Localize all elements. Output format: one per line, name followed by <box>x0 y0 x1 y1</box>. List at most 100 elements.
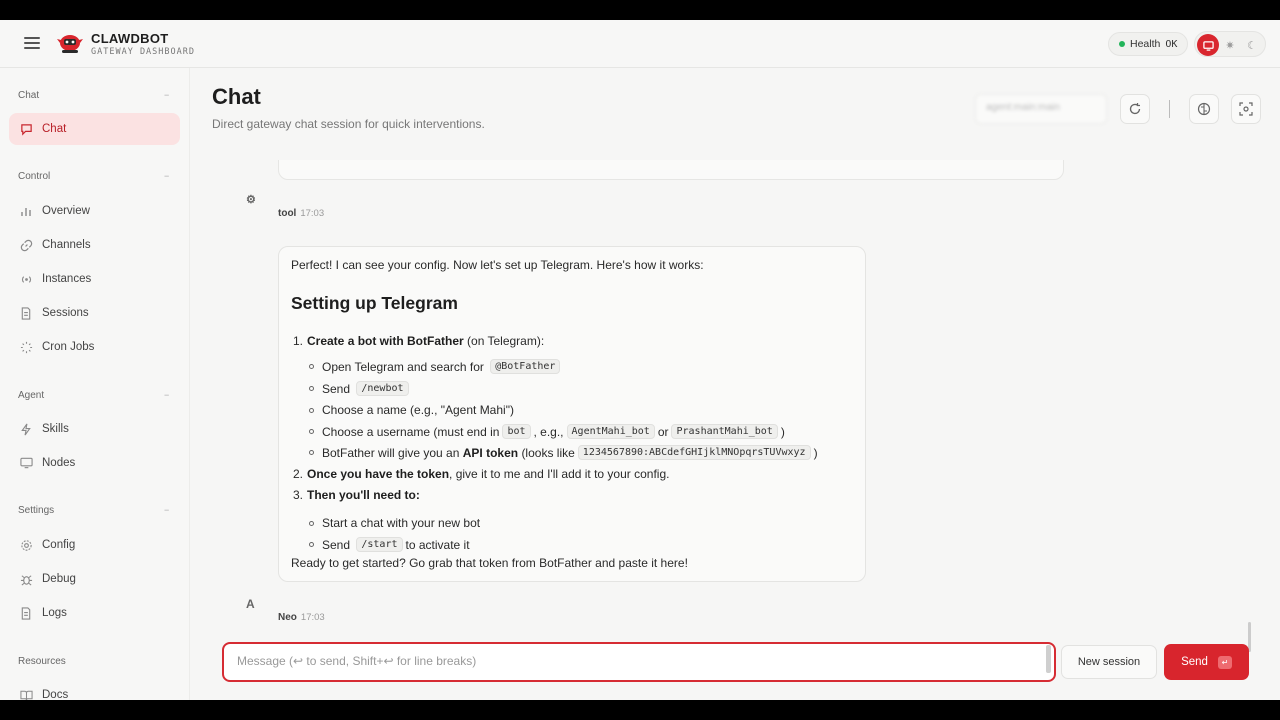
moon-icon[interactable]: ☾ <box>1241 34 1263 56</box>
theme-switcher: ✷ ☾ <box>1194 31 1266 57</box>
sidebar-group-chat[interactable]: Chat <box>18 90 39 101</box>
brand-subtitle: GATEWAY DASHBOARD <box>91 47 195 57</box>
sidebar-item-label: Nodes <box>42 457 76 469</box>
bullet-icon <box>309 364 314 369</box>
sidebar-item-label: Instances <box>42 273 92 285</box>
list-item: Send /newbot <box>309 381 412 396</box>
sidebar-item-nodes[interactable]: Nodes <box>9 447 180 479</box>
sidebar-group-settings[interactable]: Settings <box>18 505 54 516</box>
sidebar-item-label: Overview <box>42 205 90 217</box>
sidebar-item-label: Cron Jobs <box>42 341 95 353</box>
health-label: Health <box>1130 38 1161 50</box>
loader-icon <box>19 340 33 354</box>
bullet-icon <box>309 386 314 391</box>
sidebar-item-config[interactable]: Config <box>9 529 180 561</box>
focus-mode-button[interactable] <box>1231 94 1261 124</box>
tool-avatar-icon: ⚙ <box>246 194 256 206</box>
health-status: OK <box>1165 38 1178 50</box>
message-outro: Ready to get started? Go grab that token… <box>291 556 688 570</box>
enter-key-icon: ↵ <box>1217 655 1232 669</box>
send-button[interactable]: Send ↵ <box>1164 644 1249 680</box>
bullet-icon <box>309 450 314 455</box>
thinking-toggle-button[interactable] <box>1189 94 1219 124</box>
message-input[interactable]: Message (↩ to send, Shift+↩ for line bre… <box>222 642 1056 682</box>
document-icon <box>19 306 33 320</box>
list-item: Start a chat with your new bot <box>309 516 480 530</box>
sidebar-group-resources[interactable]: Resources <box>18 656 66 667</box>
collapse-icon[interactable]: − <box>164 505 169 515</box>
sidebar-item-label: Docs <box>42 689 69 700</box>
sidebar-item-sessions[interactable]: Sessions <box>9 297 180 329</box>
brand-title: CLAWDBOT <box>91 31 169 46</box>
monitor-icon <box>19 456 33 470</box>
message-time: 17:03 <box>300 208 325 219</box>
send-label: Send <box>1181 656 1208 668</box>
bug-icon <box>19 572 33 586</box>
monitor-theme-icon[interactable] <box>1197 34 1219 56</box>
page-title: Chat <box>212 84 261 109</box>
sidebar-item-logs[interactable]: Logs <box>9 597 180 629</box>
bullet-icon <box>309 407 314 413</box>
bolt-icon <box>19 422 33 436</box>
sidebar-item-debug[interactable]: Debug <box>9 563 180 595</box>
link-icon <box>19 238 33 252</box>
health-badge: Health OK <box>1108 32 1189 56</box>
sidebar-item-label: Debug <box>42 573 76 585</box>
page-subtitle: Direct gateway chat session for quick in… <box>212 117 485 131</box>
message-intro: Perfect! I can see your config. Now let'… <box>291 258 704 272</box>
refresh-button[interactable] <box>1120 94 1150 124</box>
list-item: Choose a name (e.g., "Agent Mahi") <box>309 403 514 417</box>
assistant-message-meta: Neo 17:03 <box>278 612 325 623</box>
previous-message-bubble <box>278 160 1064 180</box>
session-select[interactable]: agent:main:main <box>975 94 1107 124</box>
list-item: Choose a username (must end in bot, e.g.,… <box>309 424 785 439</box>
sidebar-item-chat[interactable]: Chat <box>9 113 180 145</box>
gear-icon <box>19 538 33 552</box>
list-item: BotFather will give you an API token (lo… <box>309 445 818 460</box>
sidebar-item-label: Skills <box>42 423 69 435</box>
radio-icon <box>19 272 33 286</box>
sidebar-item-label: Sessions <box>42 307 89 319</box>
file-text-icon <box>19 606 33 620</box>
bullet-icon <box>309 542 314 547</box>
divider <box>1169 100 1170 118</box>
list-item: 1. Create a bot with BotFather (on Teleg… <box>293 334 545 348</box>
message-time: 17:03 <box>300 612 325 623</box>
focus-icon <box>1239 102 1253 116</box>
menu-icon[interactable] <box>22 34 42 54</box>
sidebar-item-overview[interactable]: Overview <box>9 195 180 227</box>
bullet-icon <box>309 429 314 434</box>
sidebar-group-agent[interactable]: Agent <box>18 390 44 401</box>
sidebar-item-label: Config <box>42 539 76 551</box>
chat-thread[interactable]: ⚙ tool 17:03 Perfect! I can see your conf… <box>192 160 1280 630</box>
sidebar-item-label: Logs <box>42 607 67 619</box>
top-bar: CLAWDBOT GATEWAY DASHBOARD Health OK ✷ ☾ <box>0 20 1280 68</box>
message-heading: Setting up Telegram <box>291 293 458 313</box>
assistant-message-bubble: Perfect! I can see your config. Now let'… <box>278 246 866 582</box>
sidebar-group-control[interactable]: Control <box>18 171 50 182</box>
sidebar-item-label: Chat <box>42 123 67 135</box>
message-icon <box>19 122 33 136</box>
collapse-icon[interactable]: − <box>164 90 169 100</box>
sender-name: Neo <box>278 612 297 623</box>
sidebar-item-channels[interactable]: Channels <box>9 229 180 261</box>
collapse-icon[interactable]: − <box>164 171 169 181</box>
sidebar-item-cron-jobs[interactable]: Cron Jobs <box>9 331 180 363</box>
list-item: Send /start to activate it <box>309 537 470 552</box>
sidebar: Chat − Chat Control − Overview Channels … <box>0 68 190 700</box>
collapse-icon[interactable]: − <box>164 390 169 400</box>
list-item: Open Telegram and search for @BotFather <box>309 359 563 374</box>
input-scrollbar[interactable] <box>1046 645 1051 673</box>
sidebar-item-docs[interactable]: Docs <box>9 679 180 700</box>
assistant-avatar: A <box>246 597 255 611</box>
sun-icon[interactable]: ✷ <box>1219 34 1241 56</box>
sidebar-item-label: Channels <box>42 239 91 251</box>
list-item: 3. Then you'll need to: <box>293 488 420 502</box>
sidebar-item-skills[interactable]: Skills <box>9 413 180 445</box>
sidebar-item-instances[interactable]: Instances <box>9 263 180 295</box>
new-session-button[interactable]: New session <box>1061 645 1157 679</box>
sender-name: tool <box>278 208 297 219</box>
tool-message-meta: tool 17:03 <box>278 208 324 219</box>
brain-icon <box>1197 102 1211 116</box>
list-item: 2. Once you have the token, give it to m… <box>293 467 670 481</box>
